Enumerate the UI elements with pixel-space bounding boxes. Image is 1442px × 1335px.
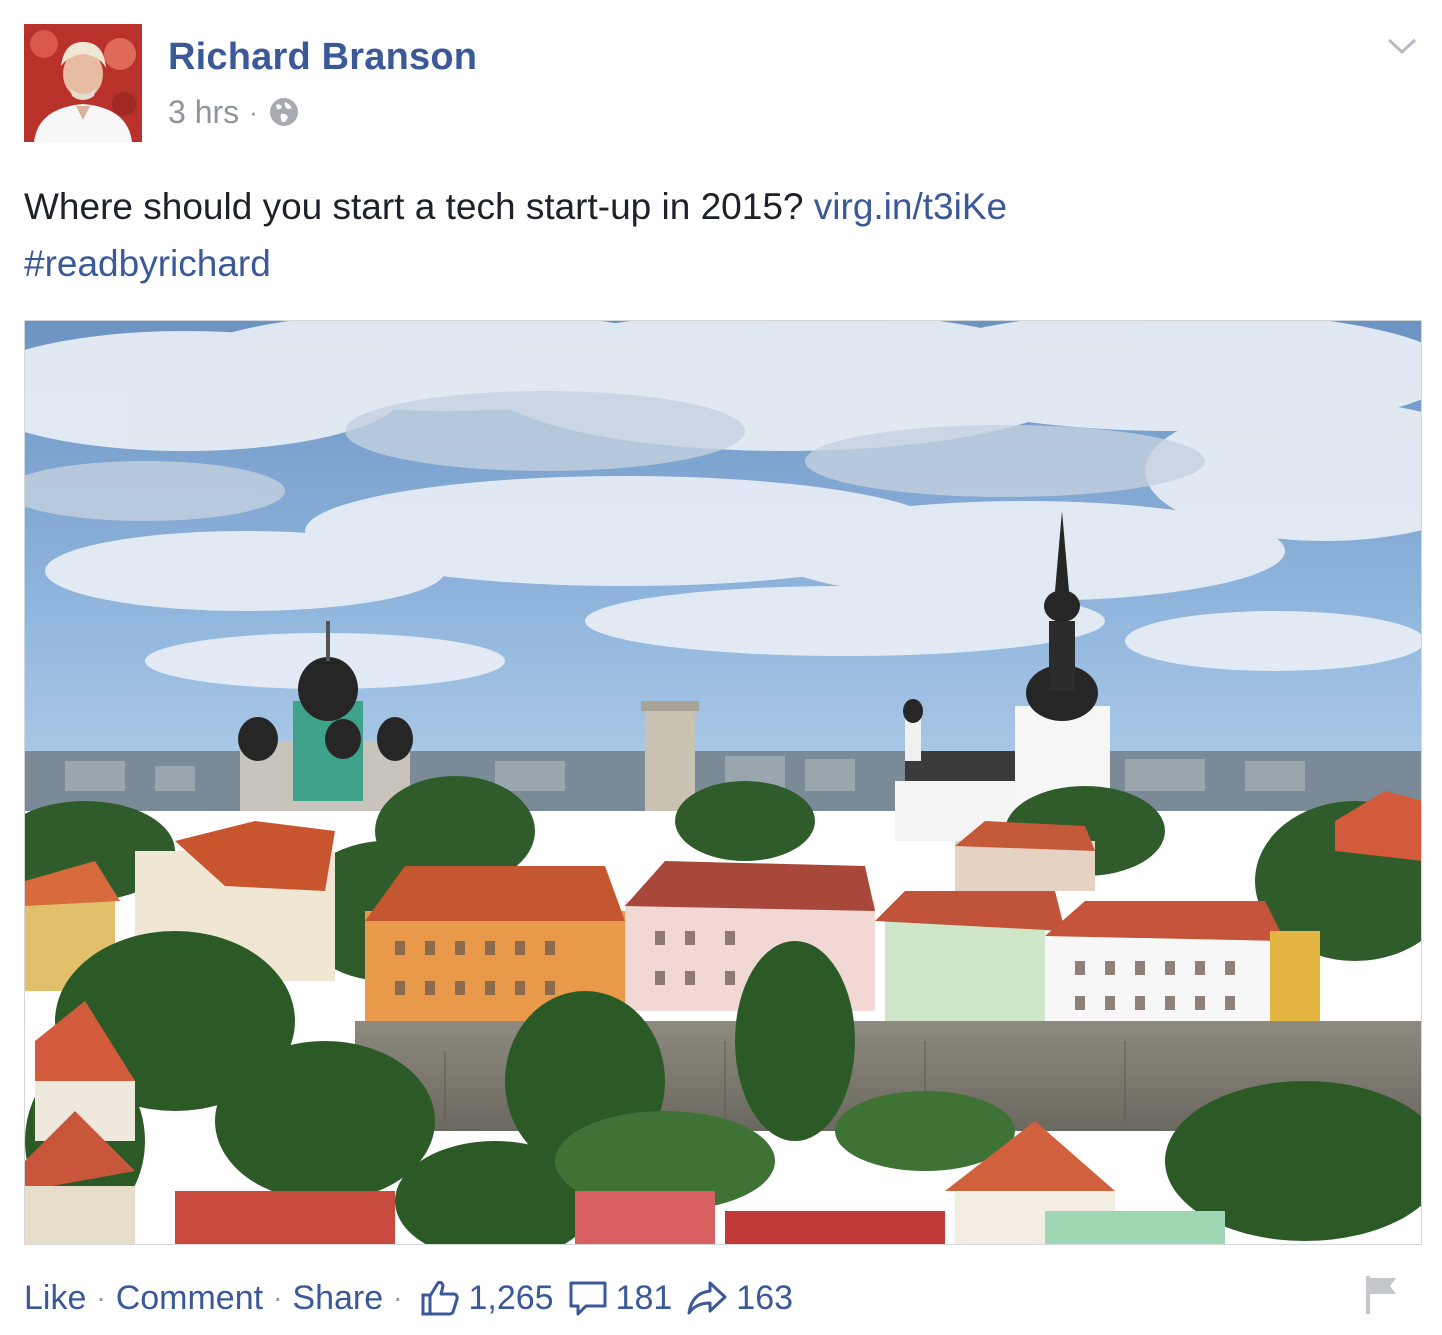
post-link[interactable]: virg.in/t3iKe xyxy=(814,186,1007,227)
meta-separator: · xyxy=(249,96,258,127)
post-meta: 3 hrs · xyxy=(168,92,300,132)
tallinn-old-town-photo xyxy=(25,321,1421,1244)
facebook-post: Richard Branson 3 hrs · Where should you… xyxy=(0,0,1442,1335)
author-name[interactable]: Richard Branson xyxy=(168,36,477,79)
likes-count-value: 1,265 xyxy=(468,1278,554,1317)
post-action-bar: Like · Comment · Share · 1,265 181 163 xyxy=(24,1274,793,1322)
action-separator: · xyxy=(96,1282,106,1313)
author-avatar[interactable] xyxy=(24,24,142,142)
comments-count[interactable]: 181 xyxy=(568,1278,673,1318)
post-body: Where should you start a tech start-up i… xyxy=(24,186,804,227)
likes-count[interactable]: 1,265 xyxy=(420,1278,554,1318)
share-button[interactable]: Share xyxy=(292,1279,383,1318)
share-arrow-icon xyxy=(687,1281,727,1315)
like-button[interactable]: Like xyxy=(24,1279,86,1318)
report-flag-icon[interactable] xyxy=(1362,1272,1402,1316)
post-hashtag[interactable]: #readbyrichard xyxy=(24,243,271,284)
post-photo[interactable] xyxy=(24,320,1422,1245)
shares-count-value: 163 xyxy=(736,1278,794,1317)
thumbs-up-icon xyxy=(421,1280,460,1316)
action-separator: · xyxy=(273,1282,283,1313)
globe-icon[interactable] xyxy=(268,96,300,128)
action-separator: · xyxy=(393,1282,403,1313)
post-timestamp[interactable]: 3 hrs xyxy=(168,94,239,131)
post-text: Where should you start a tech start-up i… xyxy=(24,178,1404,292)
comment-button[interactable]: Comment xyxy=(116,1279,263,1318)
shares-count[interactable]: 163 xyxy=(686,1279,793,1318)
comment-bubble-icon xyxy=(569,1281,607,1316)
post-options-chevron-icon[interactable] xyxy=(1382,26,1422,66)
comments-count-value: 181 xyxy=(615,1278,673,1317)
